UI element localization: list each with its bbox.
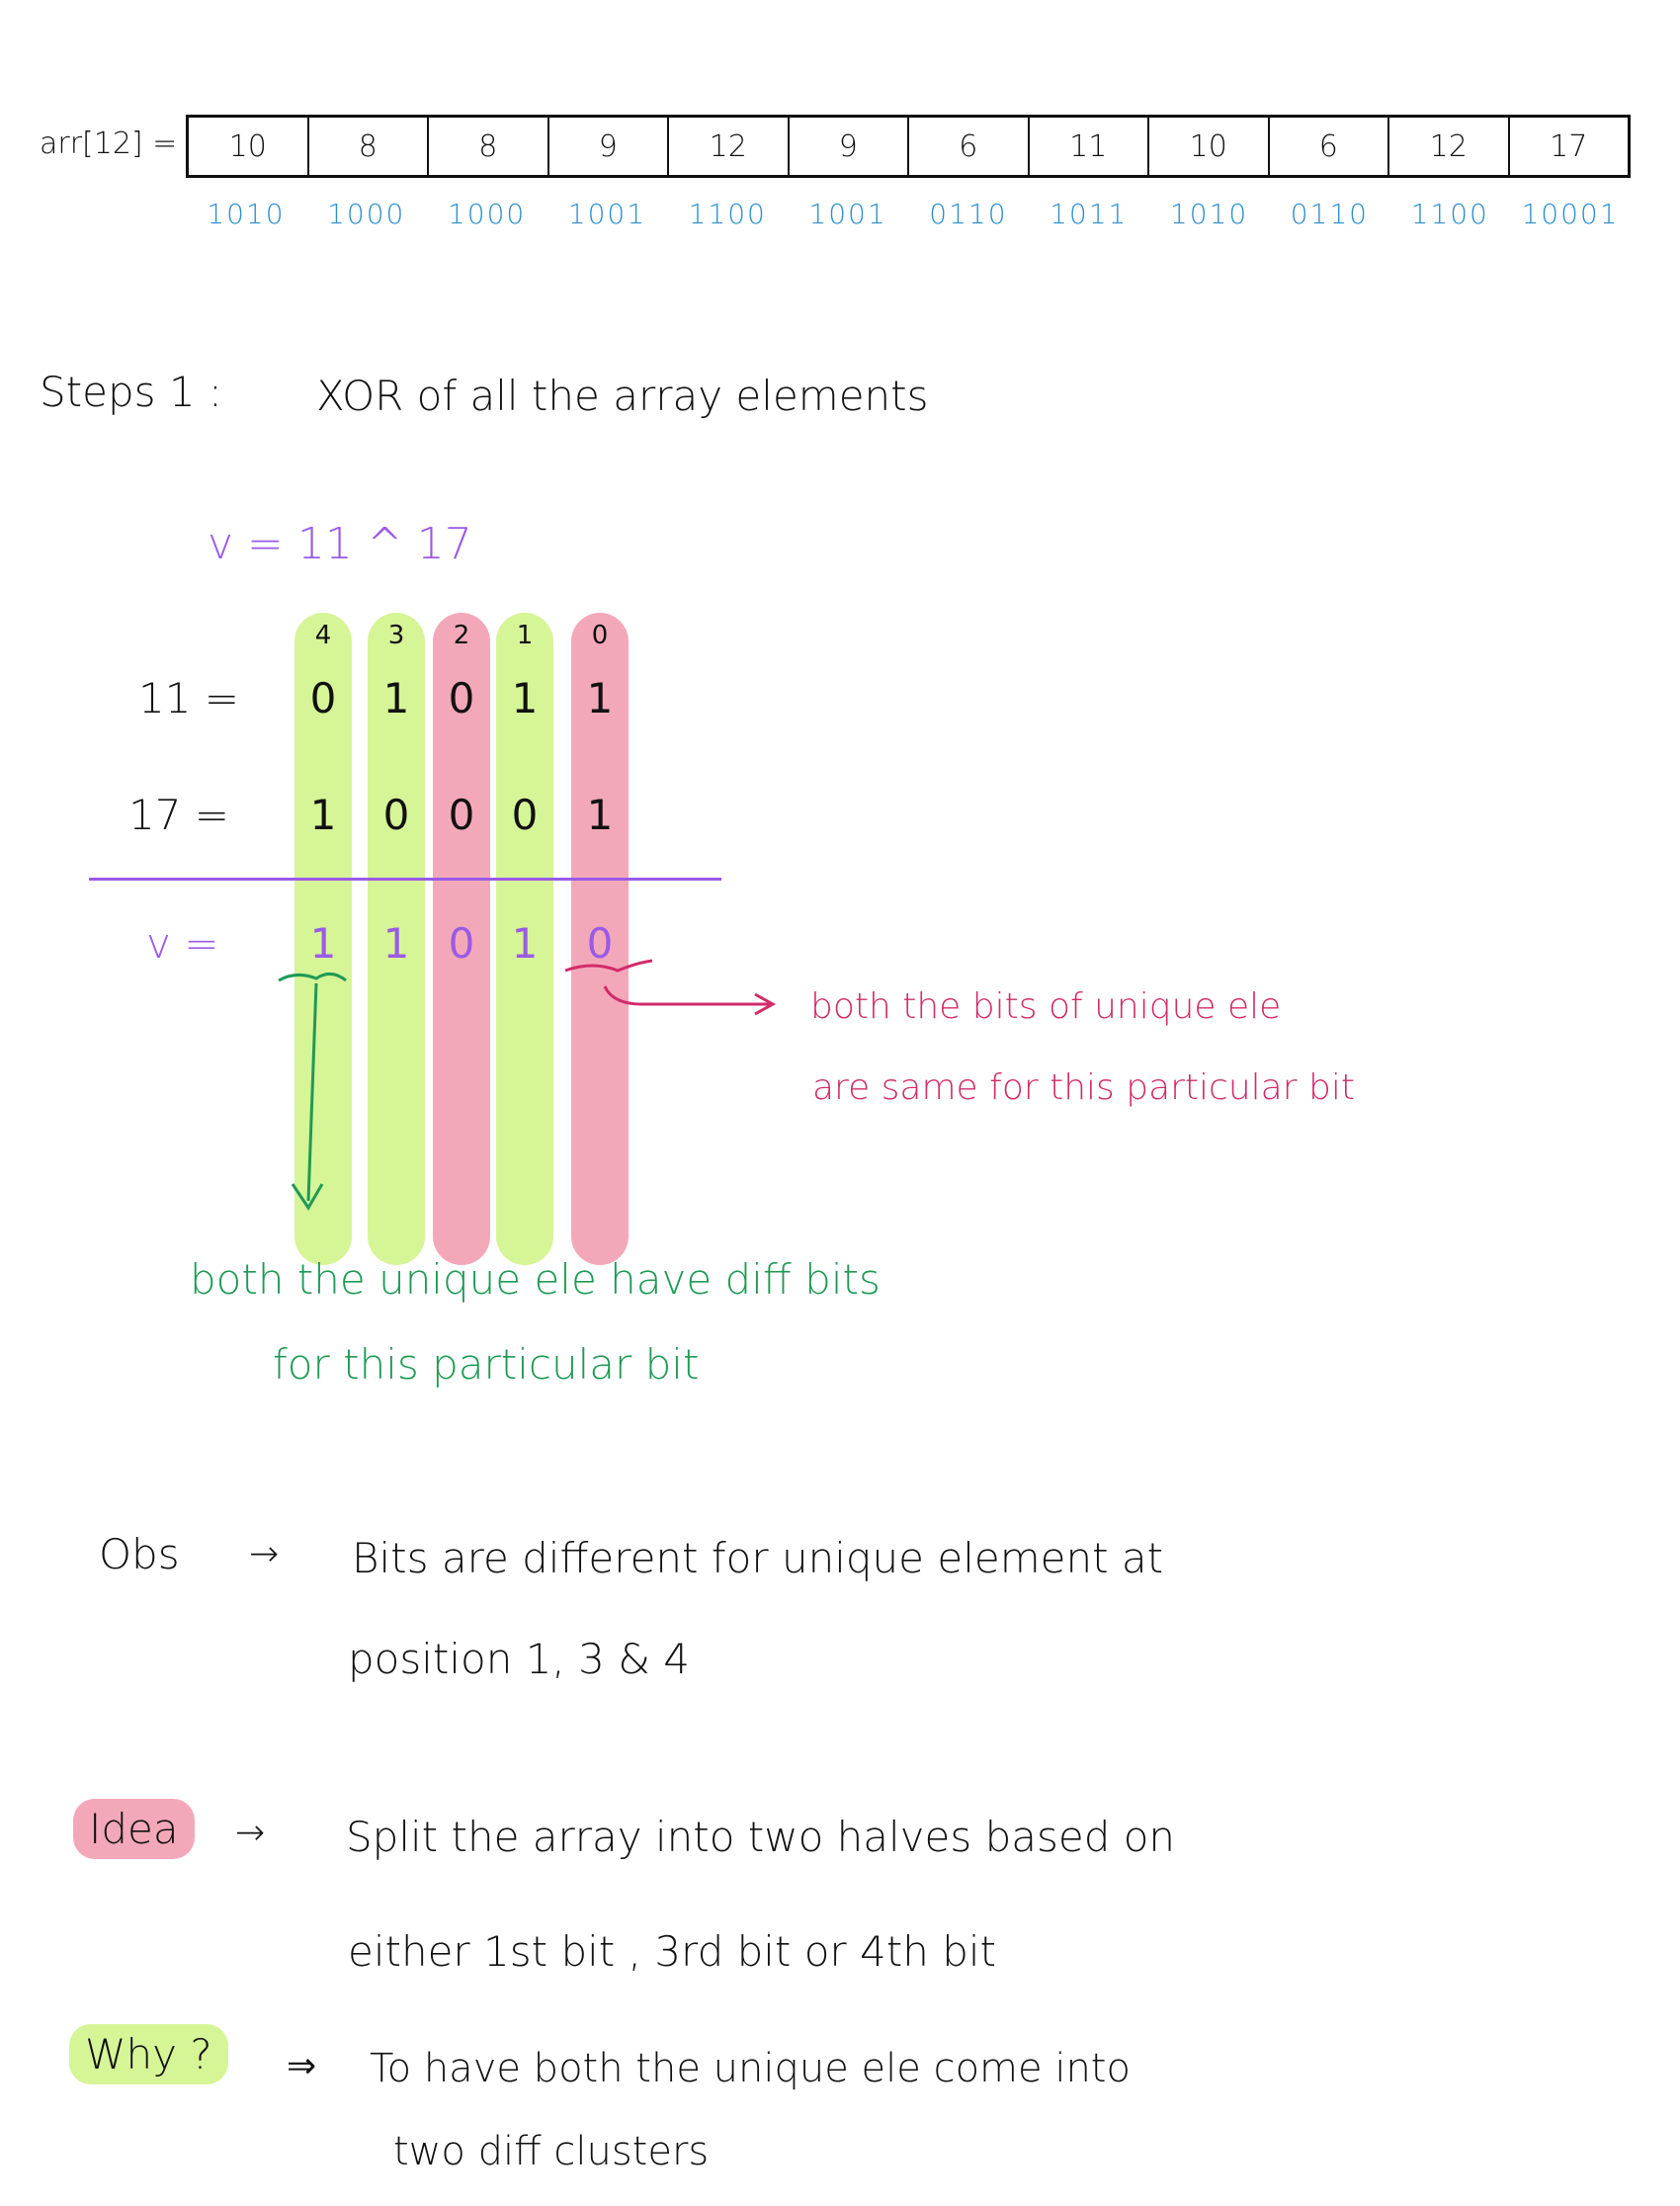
- why-arrow: ⇒: [287, 2046, 317, 2086]
- green-note-line2: for this particular bit: [273, 1340, 700, 1389]
- idea-line2: either 1st bit , 3rd bit or 4th bit: [348, 1927, 997, 1976]
- obs-line1: Bits are different for unique element at: [352, 1534, 1164, 1582]
- pink-note-line1: both the bits of unique ele: [810, 986, 1282, 1027]
- obs-line2: position 1, 3 & 4: [348, 1635, 691, 1683]
- obs-arrow: →: [249, 1534, 280, 1574]
- obs-label: Obs: [99, 1530, 180, 1578]
- why-tag: Why ?: [69, 2024, 228, 2084]
- green-note-line1: both the unique ele have diff bits: [190, 1255, 881, 1304]
- why-line2: two diff clusters: [393, 2129, 710, 2174]
- idea-line1: Split the array into two halves based on: [346, 1813, 1176, 1861]
- why-line1: To have both the unique ele come into: [370, 2046, 1131, 2091]
- pink-note-line2: are same for this particular bit: [812, 1067, 1355, 1108]
- idea-tag: Idea: [73, 1799, 195, 1859]
- idea-arrow: →: [235, 1813, 266, 1853]
